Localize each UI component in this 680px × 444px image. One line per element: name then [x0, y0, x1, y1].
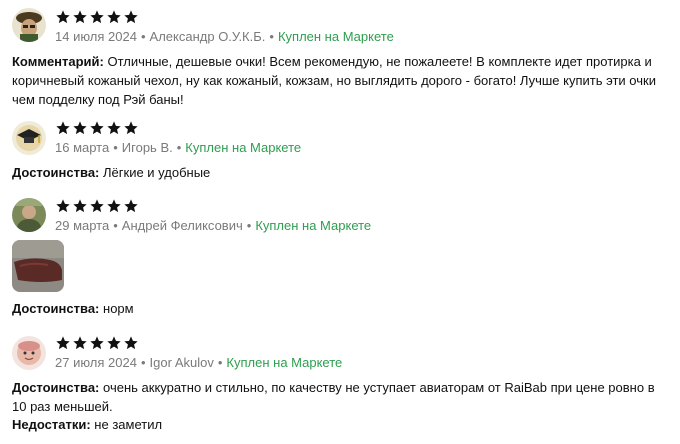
separator: • [140, 29, 146, 44]
star-icon [124, 199, 138, 213]
cons-text: не заметил [94, 417, 163, 432]
star-rating [55, 9, 139, 25]
star-rating [55, 120, 139, 136]
review-date: 14 июля 2024 [55, 29, 137, 44]
star-icon [56, 10, 70, 24]
star-icon [107, 10, 121, 24]
pros-text: очень аккуратно и стильно, по качеству н… [12, 380, 655, 414]
pros-text: Лёгкие и удобные [103, 165, 211, 180]
pros-label: Достоинства: [12, 301, 100, 316]
pros-label: Достоинства: [12, 380, 100, 395]
star-icon [124, 336, 138, 350]
bought-badge: Куплен на Маркете [185, 140, 302, 155]
review-cons: Недостатки: не заметил [12, 415, 662, 434]
author-name[interactable]: Игорь В. [122, 140, 173, 155]
avatar[interactable] [12, 8, 46, 42]
review-date: 16 марта [55, 140, 110, 155]
star-icon [73, 199, 87, 213]
review-meta: 27 июля 2024 • Igor Akulov • Куплен на Марке… [55, 355, 342, 370]
separator: • [140, 355, 146, 370]
review-meta: 29 марта • Андрей Феликсович • Куплен на Мар… [55, 218, 371, 233]
review-photo[interactable] [12, 240, 64, 292]
avatar[interactable] [12, 121, 46, 155]
star-rating [55, 335, 139, 351]
star-icon [73, 121, 87, 135]
star-icon [56, 199, 70, 213]
bought-badge: Куплен на Маркете [277, 29, 394, 44]
author-name[interactable]: Александр О.У.К.Б. [150, 29, 266, 44]
separator: • [217, 355, 223, 370]
review-date: 27 июля 2024 [55, 355, 137, 370]
star-icon [107, 121, 121, 135]
star-icon [90, 121, 104, 135]
bought-badge: Куплен на Маркете [226, 355, 343, 370]
star-icon [90, 199, 104, 213]
review-pros: Достоинства: очень аккуратно и стильно, … [12, 378, 662, 416]
pros-label: Достоинства: [12, 165, 100, 180]
review-comment: Комментарий: Отличные, дешевые очки! Все… [12, 52, 662, 109]
separator: • [246, 218, 252, 233]
avatar[interactable] [12, 336, 46, 370]
separator: • [113, 218, 118, 233]
star-icon [90, 336, 104, 350]
review-meta: 16 марта • Игорь В. • Куплен на Маркете [55, 140, 301, 155]
avatar[interactable] [12, 198, 46, 232]
separator: • [113, 140, 118, 155]
comment-text: Отличные, дешевые очки! Всем рекомендую,… [12, 54, 656, 107]
star-icon [90, 10, 104, 24]
star-icon [56, 336, 70, 350]
review-pros: Достоинства: Лёгкие и удобные [12, 163, 662, 182]
star-icon [124, 121, 138, 135]
star-icon [107, 336, 121, 350]
star-icon [73, 10, 87, 24]
star-icon [107, 199, 121, 213]
star-icon [124, 10, 138, 24]
separator: • [269, 29, 274, 44]
review-pros: Достоинства: норм [12, 299, 662, 318]
author-name[interactable]: Igor Akulov [150, 355, 214, 370]
review-meta: 14 июля 2024 • Александр О.У.К.Б. • Куплен н… [55, 29, 394, 44]
bought-badge: Куплен на Маркете [255, 218, 372, 233]
author-name[interactable]: Андрей Феликсович [122, 218, 243, 233]
separator: • [176, 140, 182, 155]
star-rating [55, 198, 139, 214]
cons-label: Недостатки: [12, 417, 91, 432]
pros-text: норм [103, 301, 134, 316]
comment-label: Комментарий: [12, 54, 104, 69]
star-icon [73, 336, 87, 350]
star-icon [56, 121, 70, 135]
review-date: 29 марта [55, 218, 110, 233]
